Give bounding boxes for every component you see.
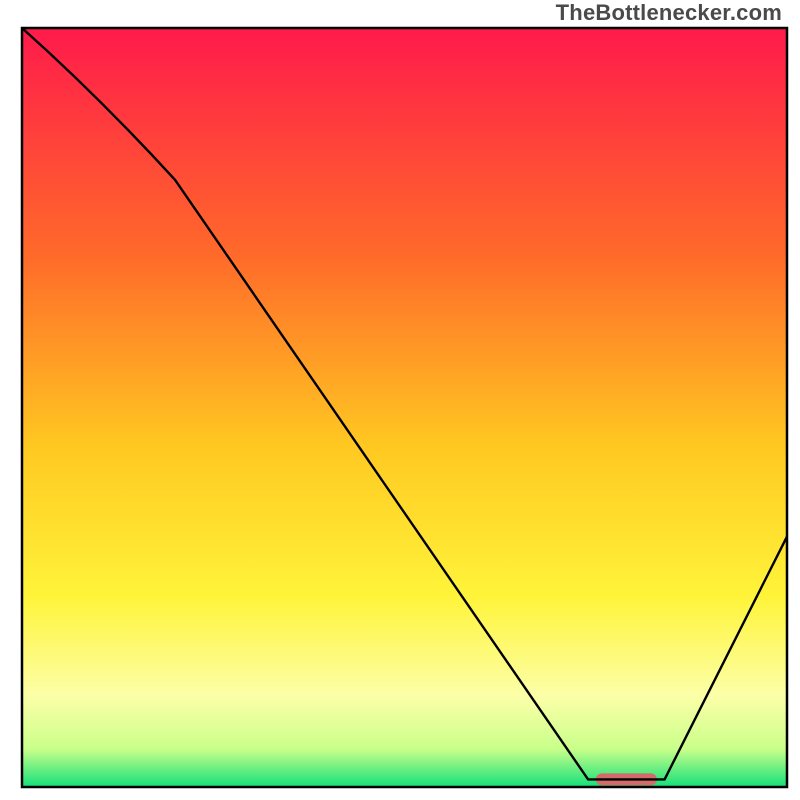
chart-background: [22, 28, 787, 787]
watermark-text: TheBottlenecker.com: [556, 0, 782, 26]
chart-container: TheBottlenecker.com: [0, 0, 800, 800]
bottleneck-chart: [0, 0, 800, 800]
